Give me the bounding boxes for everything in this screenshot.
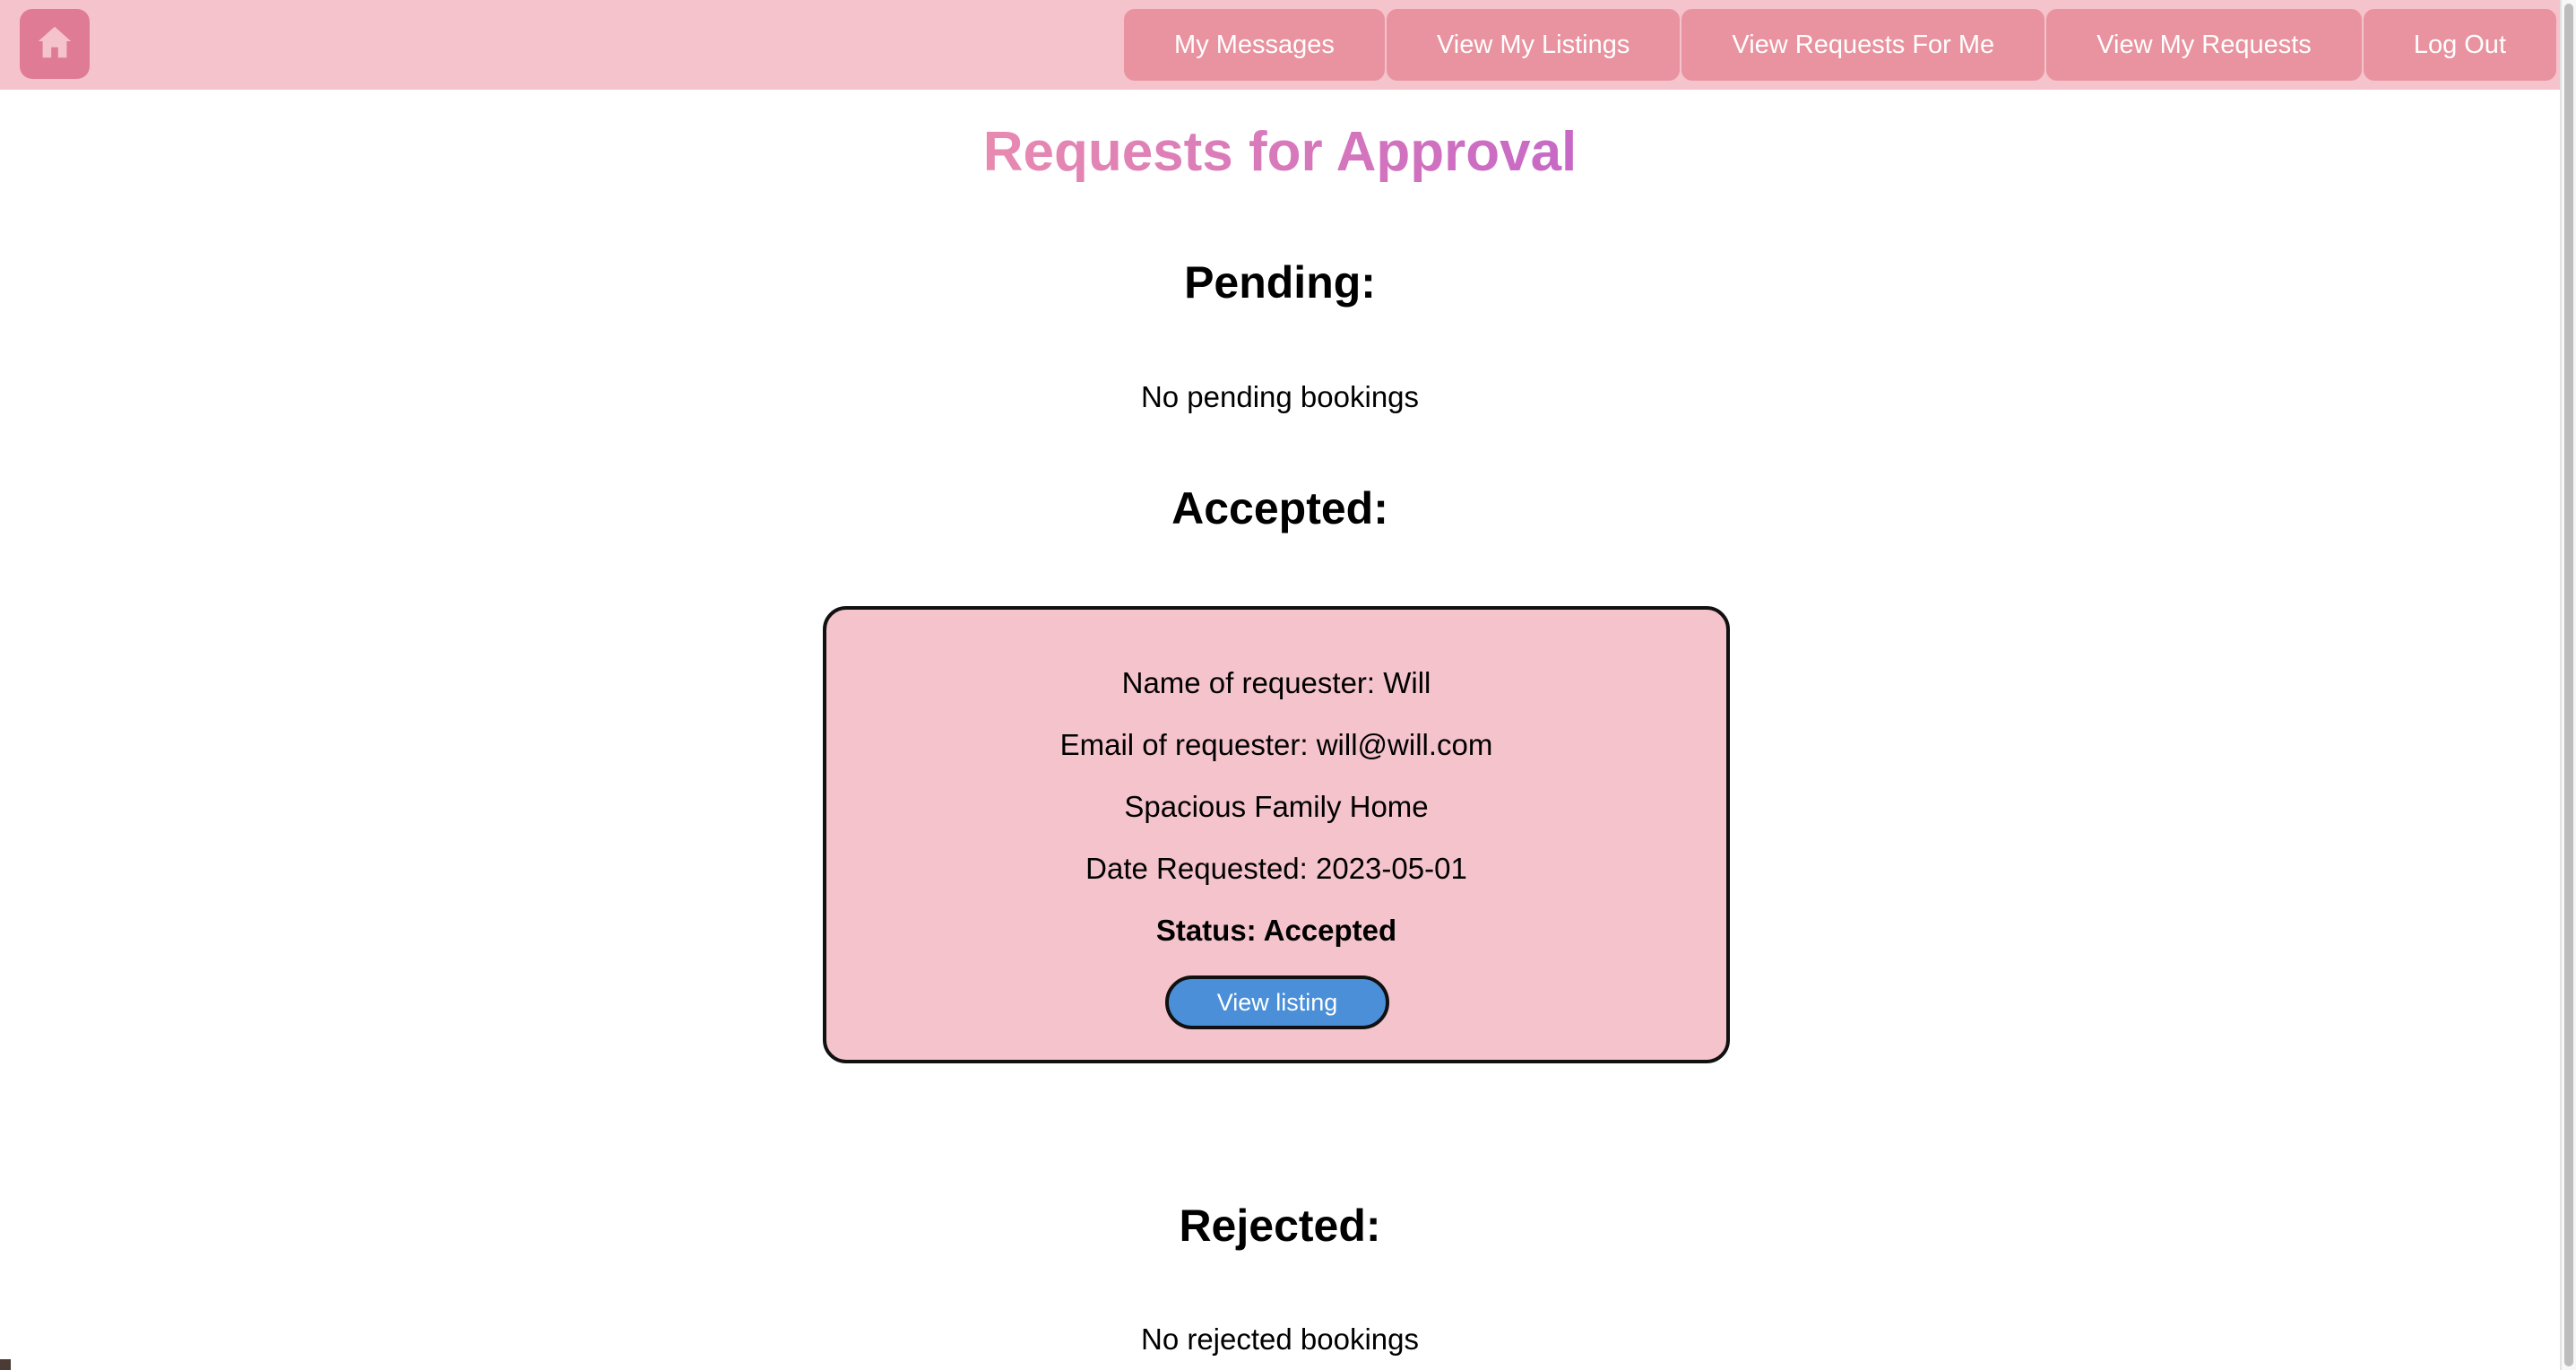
pending-empty-text: No pending bookings <box>1140 380 1420 413</box>
pending-heading: Pending: <box>1184 257 1376 308</box>
requester-email: Email of requester: will@will.com <box>1059 728 1493 761</box>
my-messages-button[interactable]: My Messages <box>1124 9 1385 81</box>
accepted-heading: Accepted: <box>1171 483 1388 533</box>
page-title: Requests for Approval <box>982 121 1578 183</box>
view-my-requests-button[interactable]: View My Requests <box>2046 9 2362 81</box>
home-button[interactable] <box>20 9 90 79</box>
rejected-heading: Rejected: <box>1179 1201 1381 1251</box>
window-corner <box>0 1359 11 1370</box>
nav-button-group: My Messages View My Listings View Reques… <box>1122 9 2556 81</box>
page-viewport: My Messages View My Listings View Reques… <box>0 0 2560 1370</box>
listing-title: Spacious Family Home <box>1124 790 1429 823</box>
status-text: Status: Accepted <box>1155 914 1397 947</box>
log-out-button[interactable]: Log Out <box>2363 9 2556 81</box>
view-requests-for-me-button[interactable]: View Requests For Me <box>1681 9 2045 81</box>
view-my-listings-button[interactable]: View My Listings <box>1386 9 1681 81</box>
requester-name: Name of requester: Will <box>1121 666 1431 699</box>
page-title-wrapper: Requests for Approval <box>0 120 2560 184</box>
vertical-scrollbar[interactable] <box>2560 0 2576 1370</box>
date-requested: Date Requested: 2023-05-01 <box>1085 852 1467 885</box>
top-navbar: My Messages View My Listings View Reques… <box>0 0 2560 90</box>
rejected-empty-text: No rejected bookings <box>1140 1322 1420 1356</box>
view-listing-button[interactable]: View listing <box>1165 975 1389 1029</box>
scrollbar-thumb[interactable] <box>2564 4 2573 1366</box>
home-icon <box>34 22 75 67</box>
booking-card: Name of requester: Will Email of request… <box>823 606 1730 1063</box>
